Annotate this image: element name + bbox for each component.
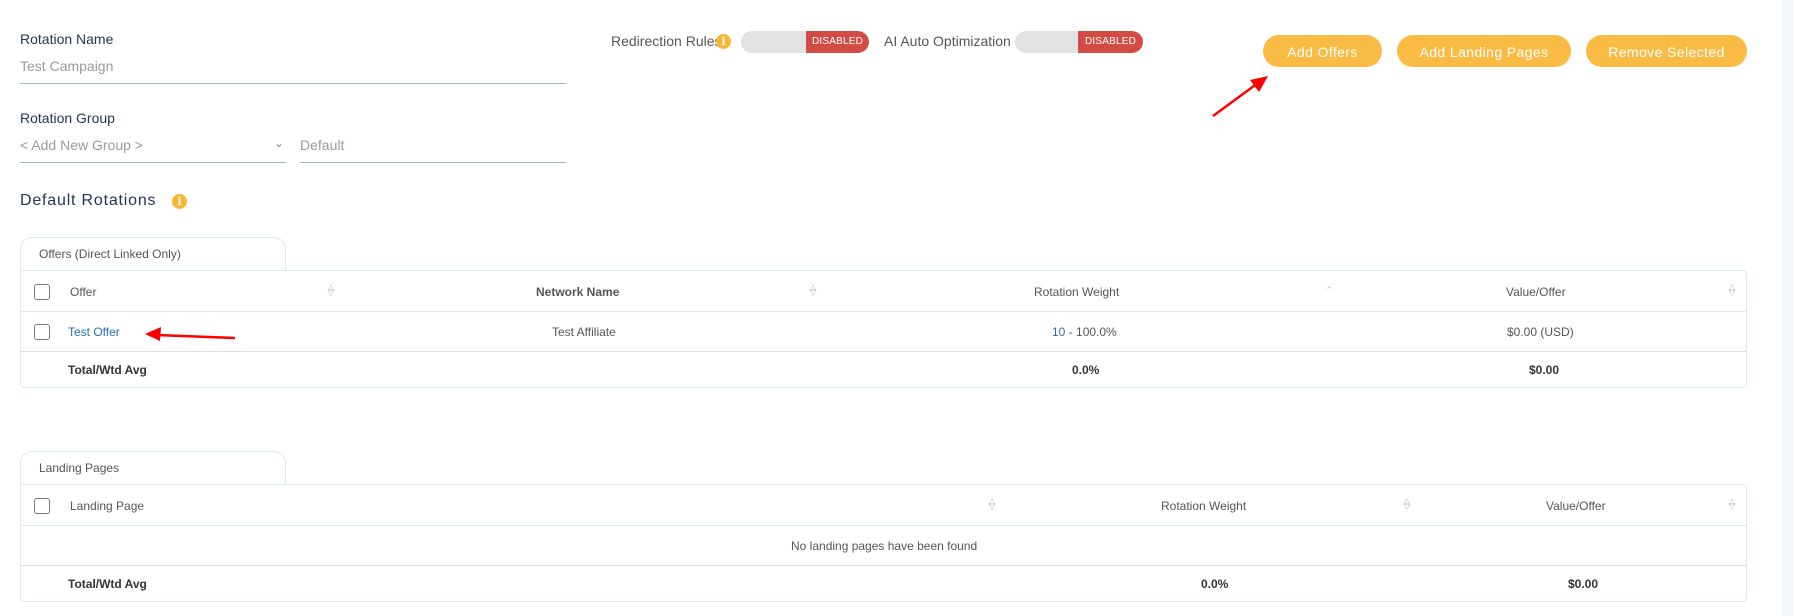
column-header-value-offer[interactable]: Value/Offer [1506, 285, 1566, 299]
total-row: Total/Wtd Avg 0.0% $0.00 [21, 352, 1746, 388]
column-header-offer[interactable]: Offer [70, 285, 96, 299]
select-all-offers-checkbox[interactable] [34, 284, 50, 300]
sort-icon[interactable]: △ ▽ [327, 283, 335, 297]
rotation-group-select[interactable]: < Add New Group > ⌄ [20, 134, 286, 162]
tab-offers[interactable]: Offers (Direct Linked Only) [20, 237, 286, 270]
empty-message: No landing pages have been found [791, 539, 978, 553]
ai-auto-optimization-toggle[interactable]: DISABLED [1015, 31, 1143, 53]
rotation-name-label: Rotation Name [20, 31, 114, 47]
total-label: Total/Wtd Avg [68, 577, 147, 591]
arrow-shaft [1212, 81, 1259, 118]
column-header-network-name[interactable]: Network Name [536, 285, 619, 299]
add-offers-button[interactable]: Add Offers [1263, 35, 1382, 67]
total-value: $0.00 [1529, 363, 1560, 377]
add-landing-pages-button[interactable]: Add Landing Pages [1397, 35, 1571, 67]
column-header-landing-page[interactable]: Landing Page [70, 499, 144, 513]
total-weight: 0.0% [1072, 363, 1100, 377]
total-row: Total/Wtd Avg 0.0% $0.00 [21, 566, 1746, 602]
group-name-underline [300, 162, 566, 163]
column-header-rotation-weight[interactable]: Rotation Weight [1161, 499, 1246, 513]
redirection-rules-toggle[interactable]: DISABLED [741, 31, 869, 53]
rotation-name-input[interactable]: Test Campaign [20, 58, 113, 74]
offers-table: Offer △ ▽ Network Name △ ▽ Rotation Weight… [20, 270, 1747, 388]
info-icon[interactable]: i [716, 34, 731, 49]
total-value: $0.00 [1568, 577, 1599, 591]
rotation-weight-cell: 10 - 100.0% [1052, 325, 1117, 339]
rotation-group-select-value: < Add New Group > [20, 137, 143, 153]
sort-icon[interactable]: △ ▽ [988, 497, 996, 511]
tab-landing-pages[interactable]: Landing Pages [20, 451, 286, 484]
table-row: Test Offer Test Affiliate 10 - 100.0% $0… [21, 312, 1746, 352]
sort-icon[interactable]: △ ▽ [1403, 497, 1411, 511]
rotation-weight-percent: - 100.0% [1065, 325, 1117, 339]
rotation-name-underline [20, 83, 566, 84]
total-weight: 0.0% [1201, 577, 1229, 591]
ai-auto-optimization-label: AI Auto Optimization [884, 33, 1011, 49]
select-all-landing-checkbox[interactable] [34, 498, 50, 514]
info-icon[interactable]: i [172, 194, 187, 209]
sort-icon[interactable]: △ ▽ [1728, 283, 1736, 297]
offer-link[interactable]: Test Offer [68, 325, 120, 339]
annotation-arrow-add-offers [1212, 76, 1268, 118]
rotation-group-select-underline [20, 162, 286, 163]
section-title: Default Rotations [20, 192, 157, 209]
chevron-down-icon: ⌄ [273, 136, 284, 150]
value-offer-cell: $0.00 (USD) [1507, 325, 1574, 339]
landing-pages-table: Landing Page △ ▽ Rotation Weight △ ▽ Value… [20, 484, 1747, 602]
rotation-group-label: Rotation Group [20, 110, 115, 126]
group-name-input[interactable]: Default [300, 137, 344, 153]
column-header-rotation-weight[interactable]: Rotation Weight [1034, 285, 1119, 299]
column-header-value-offer[interactable]: Value/Offer [1546, 499, 1606, 513]
empty-row: No landing pages have been found [21, 526, 1746, 566]
remove-selected-button[interactable]: Remove Selected [1586, 35, 1747, 67]
scrollbar-track[interactable] [1782, 0, 1794, 616]
sort-icon[interactable]: △ ▽ [809, 283, 817, 297]
ai-auto-optimization-state: DISABLED [1078, 31, 1143, 53]
row-checkbox[interactable] [34, 324, 50, 340]
total-label: Total/Wtd Avg [68, 363, 147, 377]
redirection-rules-label: Redirection Rules [611, 33, 722, 49]
arrow-head [1250, 76, 1268, 92]
rotation-weight-link[interactable]: 10 [1052, 325, 1065, 339]
landing-table-header: Landing Page △ ▽ Rotation Weight △ ▽ Value… [21, 485, 1746, 526]
network-name-cell: Test Affiliate [552, 325, 616, 339]
sort-icon[interactable]: △ ▽ [1728, 497, 1736, 511]
sort-asc-icon[interactable]: ⌃ [1325, 286, 1333, 295]
offers-table-header: Offer △ ▽ Network Name △ ▽ Rotation Weight… [21, 271, 1746, 312]
redirection-rules-state: DISABLED [806, 31, 869, 53]
